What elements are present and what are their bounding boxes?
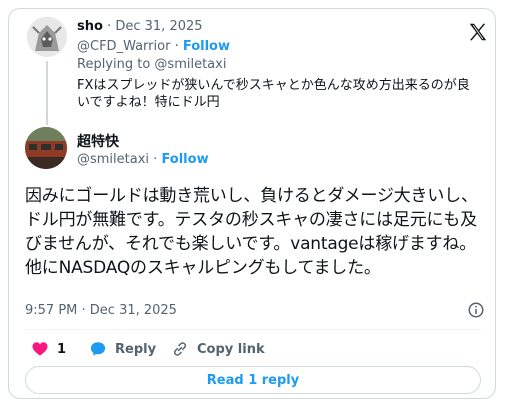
- tweet-text: 因みにゴールドは動き荒いし、負けるとダメージ大きいし、ドル円が無難です。テスタの…: [25, 186, 478, 278]
- reply-bubble-icon: [90, 342, 106, 356]
- parent-follow-separator: ·: [170, 39, 183, 54]
- thread-line: [46, 61, 48, 125]
- author-display-name[interactable]: 超特快: [77, 134, 119, 150]
- author-avatar[interactable]: [25, 127, 67, 169]
- author-handle[interactable]: @smiletaxi: [77, 152, 149, 167]
- copy-link-label: Copy link: [197, 341, 265, 357]
- parent-tweet-text: FXはスプレッドが狭いんで秒スキャとか色んな攻め方出来るのが良いですよね！特にド…: [77, 78, 470, 110]
- info-icon[interactable]: [467, 301, 485, 319]
- author-follow-separator: ·: [149, 152, 162, 167]
- parent-avatar[interactable]: [27, 17, 67, 57]
- replying-to[interactable]: Replying to @smiletaxi: [77, 57, 226, 72]
- author-handle-row: @smiletaxi · Follow: [77, 152, 209, 167]
- x-logo-icon[interactable]: [467, 21, 489, 43]
- reply-label: Reply: [115, 341, 157, 357]
- parent-header: sho · Dec 31, 2025: [77, 19, 203, 34]
- parent-handle[interactable]: @CFD_Warrior: [77, 39, 170, 54]
- read-replies-button[interactable]: Read 1 reply: [25, 366, 481, 394]
- robot-avatar-image: [27, 17, 67, 57]
- train-avatar-image: [25, 127, 67, 169]
- author-header: 超特快: [77, 131, 119, 151]
- parent-handle-row: @CFD_Warrior · Follow: [77, 39, 230, 54]
- tweet-card: sho · Dec 31, 2025 @CFD_Warrior · Follow…: [8, 8, 496, 399]
- parent-date[interactable]: · Dec 31, 2025: [107, 19, 202, 34]
- link-icon: [173, 342, 187, 356]
- copy-link-button[interactable]: Copy link: [171, 339, 265, 359]
- heart-icon: [32, 342, 48, 356]
- divider: [25, 329, 481, 330]
- parent-display-name[interactable]: sho: [77, 19, 103, 34]
- like-count: 1: [57, 341, 67, 357]
- parent-follow-link[interactable]: Follow: [183, 39, 230, 54]
- like-button[interactable]: 1: [31, 339, 66, 359]
- reply-button[interactable]: Reply: [89, 339, 156, 359]
- tweet-timestamp[interactable]: 9:57 PM · Dec 31, 2025: [25, 303, 177, 318]
- author-follow-link[interactable]: Follow: [161, 152, 208, 167]
